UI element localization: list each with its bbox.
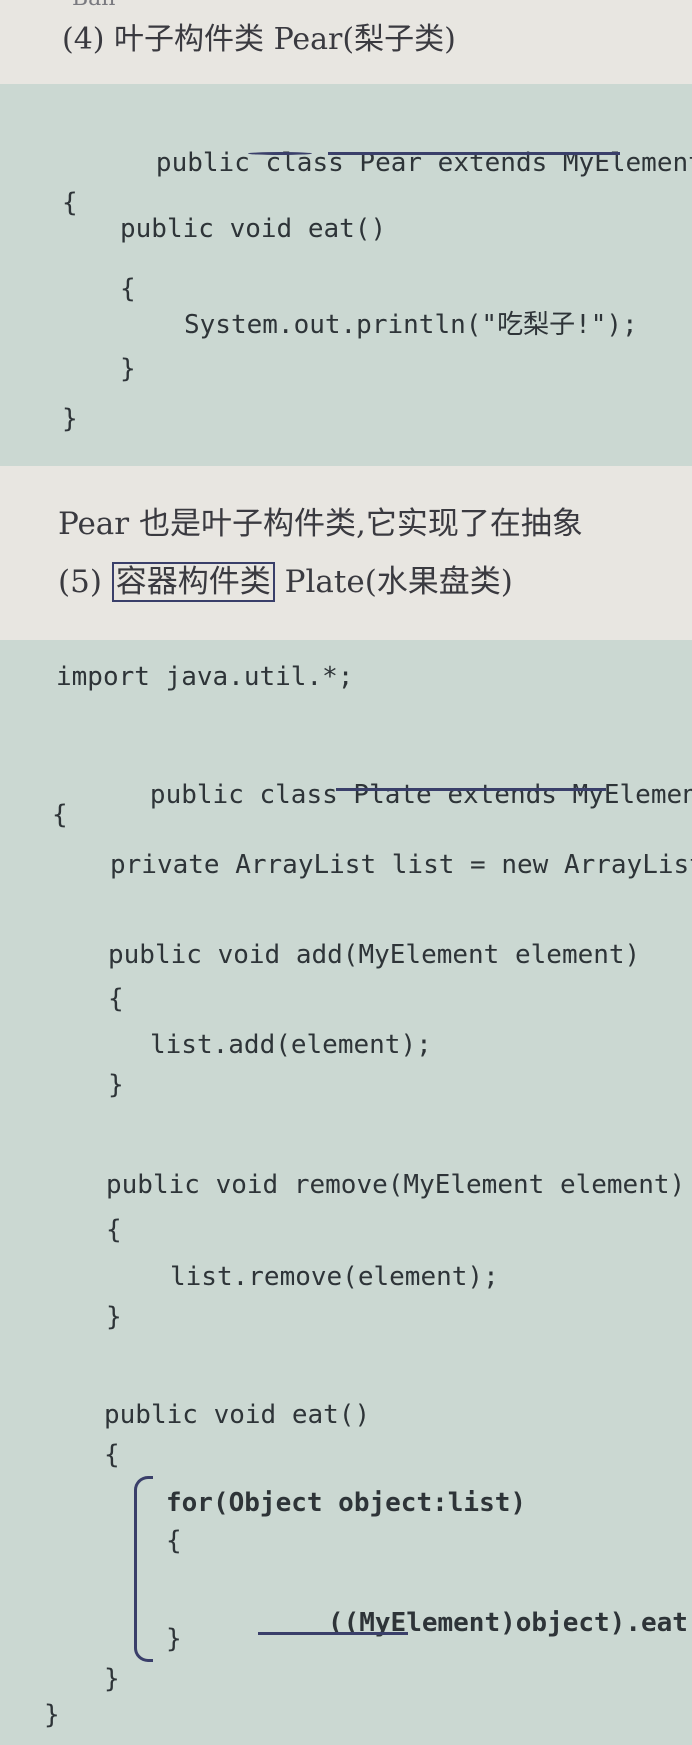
heading-number: (5) xyxy=(58,564,102,600)
code-line-open-brace: { xyxy=(120,274,136,304)
pen-underline-myelement xyxy=(258,1632,408,1635)
code-line-method-add: public void add(MyElement element) xyxy=(108,940,641,970)
code-line-close-brace: } xyxy=(106,1302,122,1332)
pen-underline-extends xyxy=(336,788,606,791)
code-line-open-brace: { xyxy=(106,1215,122,1245)
heading-rest: Plate(水果盘类) xyxy=(284,564,513,600)
code-line-open-brace: { xyxy=(52,800,68,830)
code-line-open-brace: { xyxy=(62,188,78,218)
pen-bracket-mark xyxy=(134,1476,153,1662)
code-line-close-brace: } xyxy=(120,354,136,384)
code-line-eat-call: ((MyElement)object).eat(); xyxy=(234,1578,692,1668)
pear-code-block: public class Pear extends MyElement { pu… xyxy=(0,84,692,466)
code-line-method-eat: public void eat() xyxy=(104,1400,371,1430)
code-line-close-brace: } xyxy=(62,404,78,434)
section-heading-plate: (5) 容器构件类 Plate(水果盘类) xyxy=(58,556,513,602)
code-line-field: private ArrayList list = new ArrayList xyxy=(110,850,692,880)
code-line-class-decl: public class Plate extends MyElement xyxy=(56,750,692,840)
code-line-close-brace: } xyxy=(44,1700,60,1730)
code-line-close-brace: } xyxy=(104,1664,120,1694)
pen-underline-extends xyxy=(328,152,620,155)
plate-code-block: import java.util.*; public class Plate e… xyxy=(0,640,692,1745)
book-page: Ban (4) 叶子构件类 Pear(梨子类) public class Pea… xyxy=(0,0,692,1745)
pen-underline-pear xyxy=(248,152,312,155)
boxed-term: 容器构件类 xyxy=(111,562,275,602)
code-line-open-brace: { xyxy=(108,984,124,1014)
code-line-add-call: list.add(element); xyxy=(150,1030,432,1060)
code-line-open-brace: { xyxy=(104,1440,120,1470)
code-line-close-brace: } xyxy=(166,1624,182,1654)
code-line-remove-call: list.remove(element); xyxy=(170,1262,499,1292)
code-line-method-decl: public void eat() xyxy=(120,214,387,244)
code-line-text: public class Plate extends MyElement xyxy=(149,780,692,810)
code-line-method-remove: public void remove(MyElement element) xyxy=(106,1170,686,1200)
code-line-open-brace: { xyxy=(166,1526,182,1556)
code-line-import: import java.util.*; xyxy=(56,662,354,692)
section-heading-pear: (4) 叶子构件类 Pear(梨子类) xyxy=(62,22,456,57)
code-line-close-brace: } xyxy=(108,1070,124,1100)
code-line-for-loop: for(Object object:list) xyxy=(166,1488,527,1518)
code-line-print: System.out.println("吃梨子!"); xyxy=(184,310,638,340)
cut-off-text: Ban xyxy=(72,0,115,11)
code-line-class-decl: public class Pear extends MyElement xyxy=(62,118,692,208)
pear-description: Pear 也是叶子构件类,它实现了在抽象 xyxy=(58,506,583,542)
